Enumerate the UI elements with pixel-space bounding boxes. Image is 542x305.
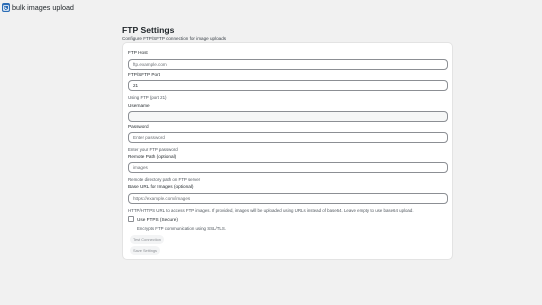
app-logo-icon [2, 3, 10, 12]
ftp-host-input[interactable] [128, 59, 448, 70]
page-description: Configure FTP/SFTP connection for image … [122, 36, 227, 41]
base-url-input[interactable] [128, 193, 448, 204]
ftp-settings-card: FTP Host FTP/SFTP Port Using FTP (port 2… [122, 42, 453, 260]
username-label: Username [128, 103, 150, 108]
password-hint: Enter your FTP password [128, 147, 178, 152]
ftps-hint: Encrypts FTP communication using SSL/TLS… [137, 226, 226, 231]
ftps-checkbox[interactable] [128, 216, 134, 222]
password-input[interactable] [128, 132, 448, 143]
ftps-label[interactable]: Use FTPS (Secure) [137, 217, 178, 222]
remote-path-label: Remote Path (optional) [128, 154, 177, 159]
base-url-label: Base URL for Images (optional) [128, 184, 194, 189]
test-connection-button[interactable]: Test Connection [130, 235, 164, 244]
ftp-host-label: FTP Host [128, 50, 148, 55]
app-title: bulk images upload [12, 3, 74, 12]
remote-path-hint: Remote directory path on FTP server [128, 177, 201, 182]
remote-path-input[interactable] [128, 162, 448, 173]
page-title: FTP Settings [122, 25, 175, 35]
username-input[interactable] [128, 111, 448, 122]
ftp-port-input[interactable] [128, 80, 448, 91]
save-settings-button[interactable]: Save Settings [130, 246, 161, 255]
base-url-hint: HTTP/HTTPS URL to access FTP images. If … [128, 208, 414, 213]
ftp-port-hint: Using FTP (port 21) [128, 95, 167, 100]
ftp-port-label: FTP/SFTP Port [128, 72, 160, 77]
password-label: Password [128, 124, 149, 129]
app-header: bulk images upload [2, 2, 74, 13]
